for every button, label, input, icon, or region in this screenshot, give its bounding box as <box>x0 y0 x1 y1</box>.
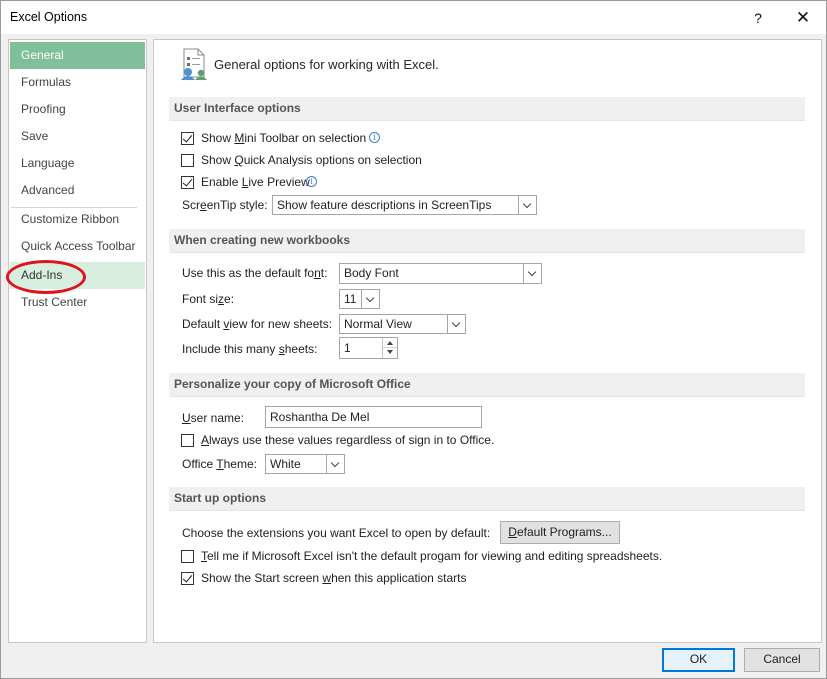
screentip-style-label: ScreenTip style: <box>182 198 268 212</box>
screentip-style-dropdown[interactable]: Show feature descriptions in ScreenTips <box>272 195 537 215</box>
spin-down-icon[interactable] <box>383 348 397 358</box>
ok-button[interactable]: OK <box>662 648 735 672</box>
sheet-count-label: Include this many sheets: <box>182 342 318 356</box>
user-name-field[interactable]: Roshantha De Mel <box>265 406 482 428</box>
default-view-label: Default view for new sheets: <box>182 317 333 331</box>
dialog-title: Excel Options <box>10 10 88 24</box>
mini-toolbar-label[interactable]: Show Mini Toolbar on selection <box>201 131 366 145</box>
section-startup-options: Start up options <box>169 487 805 511</box>
spin-up-icon[interactable] <box>383 338 397 348</box>
title-bar: Excel Options ? ✕ <box>1 1 826 34</box>
default-font-label: Use this as the default font: <box>182 266 328 280</box>
sidebar-item-language[interactable]: Language <box>10 150 145 177</box>
font-size-dropdown[interactable]: 11 <box>339 289 380 309</box>
chevron-down-icon <box>523 264 541 283</box>
office-theme-dropdown[interactable]: White <box>265 454 345 474</box>
always-use-values-label[interactable]: Always use these values regardless of si… <box>201 433 494 447</box>
close-icon: ✕ <box>795 7 811 27</box>
tell-me-default-checkbox[interactable] <box>181 550 194 563</box>
sidebar-item-advanced[interactable]: Advanced <box>10 177 145 204</box>
quick-analysis-checkbox[interactable] <box>181 154 194 167</box>
extensions-label: Choose the extensions you want Excel to … <box>182 526 491 540</box>
live-preview-checkbox[interactable] <box>181 176 194 189</box>
chevron-down-icon <box>518 196 536 214</box>
show-start-screen-label[interactable]: Show the Start screen when this applicat… <box>201 571 467 585</box>
show-start-screen-checkbox[interactable] <box>181 572 194 585</box>
chevron-down-icon <box>326 455 344 473</box>
user-name-label: User name: <box>182 411 245 425</box>
general-options-icon <box>178 47 210 81</box>
sidebar-item-add-ins[interactable]: Add-Ins <box>10 262 145 289</box>
chevron-down-icon <box>447 315 465 333</box>
close-button[interactable]: ✕ <box>781 1 825 34</box>
page-heading: General options for working with Excel. <box>214 57 439 72</box>
section-new-workbooks: When creating new workbooks <box>169 229 805 253</box>
sidebar-item-save[interactable]: Save <box>10 123 145 150</box>
office-theme-label: Office Theme: <box>182 457 257 471</box>
info-icon[interactable]: i <box>369 132 380 143</box>
mini-toolbar-checkbox[interactable] <box>181 132 194 145</box>
info-icon[interactable]: i <box>306 176 317 187</box>
always-use-values-checkbox[interactable] <box>181 434 194 447</box>
live-preview-label[interactable]: Enable Live Preview <box>201 175 310 189</box>
sidebar-item-quick-access-toolbar[interactable]: Quick Access Toolbar <box>10 233 145 260</box>
cancel-button[interactable]: Cancel <box>744 648 820 672</box>
sheet-count-spinner[interactable]: 1 <box>339 337 398 359</box>
sidebar-item-general[interactable]: General <box>10 42 145 69</box>
tell-me-default-label[interactable]: Tell me if Microsoft Excel isn't the def… <box>201 549 662 563</box>
default-programs-button[interactable]: Default Programs... <box>500 521 620 544</box>
help-icon: ? <box>754 9 762 26</box>
help-button[interactable]: ? <box>736 1 780 34</box>
excel-options-dialog: Excel Options ? ✕ General Formulas Proof… <box>0 0 827 679</box>
sidebar-item-customize-ribbon[interactable]: Customize Ribbon <box>10 206 145 233</box>
section-user-interface-options: User Interface options <box>169 97 805 121</box>
default-font-dropdown[interactable]: Body Font <box>339 263 542 284</box>
font-size-label: Font size: <box>182 292 235 306</box>
section-personalize: Personalize your copy of Microsoft Offic… <box>169 373 805 397</box>
quick-analysis-label[interactable]: Show Quick Analysis options on selection <box>201 153 422 167</box>
sidebar-item-formulas[interactable]: Formulas <box>10 69 145 96</box>
chevron-down-icon <box>361 290 379 308</box>
sidebar-item-trust-center[interactable]: Trust Center <box>10 289 145 316</box>
default-view-dropdown[interactable]: Normal View <box>339 314 466 334</box>
sidebar-item-proofing[interactable]: Proofing <box>10 96 145 123</box>
